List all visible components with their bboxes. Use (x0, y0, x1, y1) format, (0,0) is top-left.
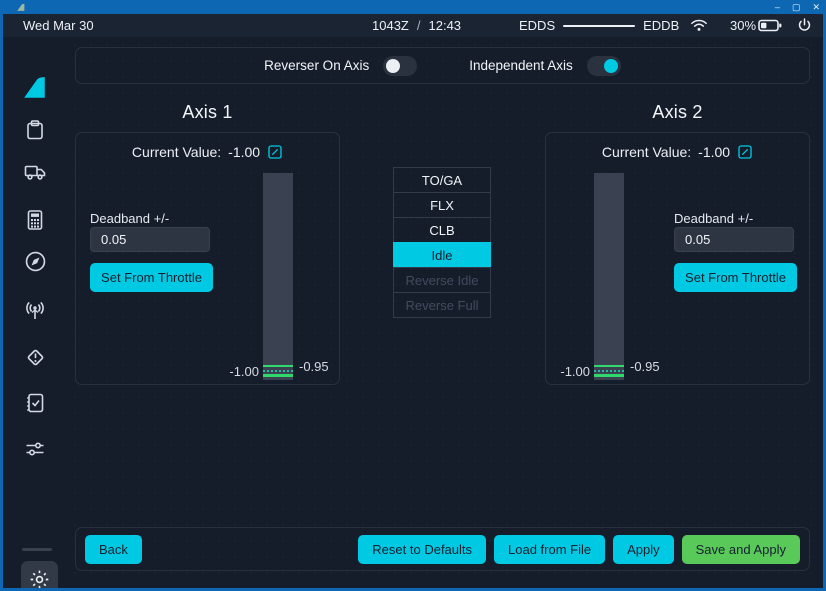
independent-axis-toggle[interactable] (587, 56, 621, 76)
axis2-current-value: Current Value: -1.00 (546, 144, 809, 160)
sliders-icon (22, 438, 48, 462)
gear-icon (28, 568, 51, 589)
current-value-label: Current Value: (132, 144, 221, 160)
detent-reverse-idle: Reverse Idle (393, 267, 491, 293)
axis2-set-from-throttle-button[interactable]: Set From Throttle (674, 263, 797, 292)
axis2-deadband-input[interactable] (674, 227, 794, 252)
status-bar: Wed Mar 30 1043Z / 12:43 EDDS EDDB 30% (3, 14, 823, 37)
sidebar-item-navigation[interactable] (3, 244, 67, 278)
axis1-range-high: -0.95 (299, 359, 339, 374)
axis1-deadband-label: Deadband +/- (90, 211, 169, 226)
sidebar-item-dashboard[interactable] (3, 71, 67, 105)
minimize-button[interactable]: – (775, 0, 780, 14)
efb-screen: Wed Mar 30 1043Z / 12:43 EDDS EDDB 30% (3, 14, 823, 588)
flight-route: EDDS EDDB (519, 18, 679, 33)
footer-action-bar: Back Reset to Defaults Load from File Ap… (75, 527, 810, 571)
detent-toga[interactable]: TO/GA (393, 167, 491, 193)
detent-idle[interactable]: Idle (393, 242, 491, 268)
clipboard-icon (23, 118, 47, 142)
axis2-title: Axis 2 (545, 102, 810, 123)
app-icon (16, 3, 26, 12)
destination-airport: EDDB (643, 18, 679, 33)
axis1-deadband-input[interactable] (90, 227, 210, 252)
toggle-knob (386, 59, 400, 73)
axis2-panel: Current Value: -1.00 -1.00 -0.95 Deadban… (545, 132, 810, 385)
reset-to-defaults-button[interactable]: Reset to Defaults (358, 535, 486, 564)
save-and-apply-button[interactable]: Save and Apply (682, 535, 800, 564)
battery-icon (758, 19, 782, 32)
axis1-position-bar (263, 173, 293, 380)
failure-warning-icon (23, 345, 48, 370)
app-window: – ▢ ✕ Wed Mar 30 1043Z / 12:43 EDDS EDDB (0, 0, 826, 591)
current-value-number: -1.00 (698, 144, 730, 160)
time-separator: / (417, 18, 421, 33)
sidebar-item-atc[interactable] (3, 294, 67, 328)
axis1-current-value: Current Value: -1.00 (76, 144, 339, 160)
detent-clb[interactable]: CLB (393, 217, 491, 243)
maximize-button[interactable]: ▢ (792, 0, 801, 14)
axis2-range-high: -0.95 (630, 359, 670, 374)
truck-icon (22, 159, 48, 183)
sidebar-item-failures[interactable] (3, 340, 67, 374)
axis1-set-from-throttle-button[interactable]: Set From Throttle (90, 263, 213, 292)
battery-percent: 30% (730, 18, 756, 33)
axis1-title: Axis 1 (75, 102, 340, 123)
axis-options-bar: Reverser On Axis Independent Axis (75, 47, 810, 84)
sidebar-nav (3, 37, 67, 588)
calculator-icon (23, 208, 47, 232)
compass-icon (23, 249, 48, 274)
wifi-icon (689, 17, 709, 33)
status-clock: 1043Z / 12:43 (372, 18, 461, 33)
power-button-icon[interactable] (796, 17, 813, 34)
sidebar-item-checklists[interactable] (3, 386, 67, 420)
antenna-broadcast-icon (22, 299, 48, 323)
os-titlebar: – ▢ ✕ (0, 0, 826, 14)
local-time: 12:43 (429, 18, 462, 33)
independent-axis-label: Independent Axis (469, 58, 573, 73)
current-value-number: -1.00 (228, 144, 260, 160)
sidebar-item-settings[interactable] (21, 561, 58, 588)
apply-button[interactable]: Apply (613, 535, 674, 564)
axis2-range-low: -1.00 (550, 364, 590, 379)
detent-selector: TO/GA FLX CLB Idle Reverse Idle Reverse … (393, 167, 491, 318)
sidebar-item-ground[interactable] (3, 154, 67, 188)
sidebar-divider (22, 548, 52, 551)
axis2-position-bar (594, 173, 624, 380)
close-button[interactable]: ✕ (812, 0, 820, 14)
flight-progress-line (563, 25, 635, 27)
edit-icon[interactable] (267, 144, 283, 160)
utc-time: 1043Z (372, 18, 409, 33)
detent-reverse-full: Reverse Full (393, 292, 491, 318)
sidebar-item-performance[interactable] (3, 203, 67, 237)
axis1-detent-range (263, 365, 293, 377)
sidebar-item-presets[interactable] (3, 433, 67, 467)
origin-airport: EDDS (519, 18, 555, 33)
toggle-knob (604, 59, 618, 73)
status-date: Wed Mar 30 (23, 18, 94, 33)
sidebar-item-dispatch[interactable] (3, 113, 67, 147)
axis1-range-low: -1.00 (219, 364, 259, 379)
reverser-on-axis-label: Reverser On Axis (264, 58, 369, 73)
reverser-on-axis-toggle[interactable] (383, 56, 417, 76)
load-from-file-button[interactable]: Load from File (494, 535, 605, 564)
axis1-panel: Current Value: -1.00 -1.00 -0.95 Deadban… (75, 132, 340, 385)
axis2-detent-range (594, 365, 624, 377)
flybywire-logo-icon (21, 75, 49, 101)
current-value-label: Current Value: (602, 144, 691, 160)
axis2-deadband-label: Deadband +/- (674, 211, 753, 226)
throttle-config-page: Reverser On Axis Independent Axis Axis 1… (67, 37, 823, 588)
edit-icon[interactable] (737, 144, 753, 160)
detent-flx[interactable]: FLX (393, 192, 491, 218)
checklist-notebook-icon (23, 391, 47, 415)
back-button[interactable]: Back (85, 535, 142, 564)
